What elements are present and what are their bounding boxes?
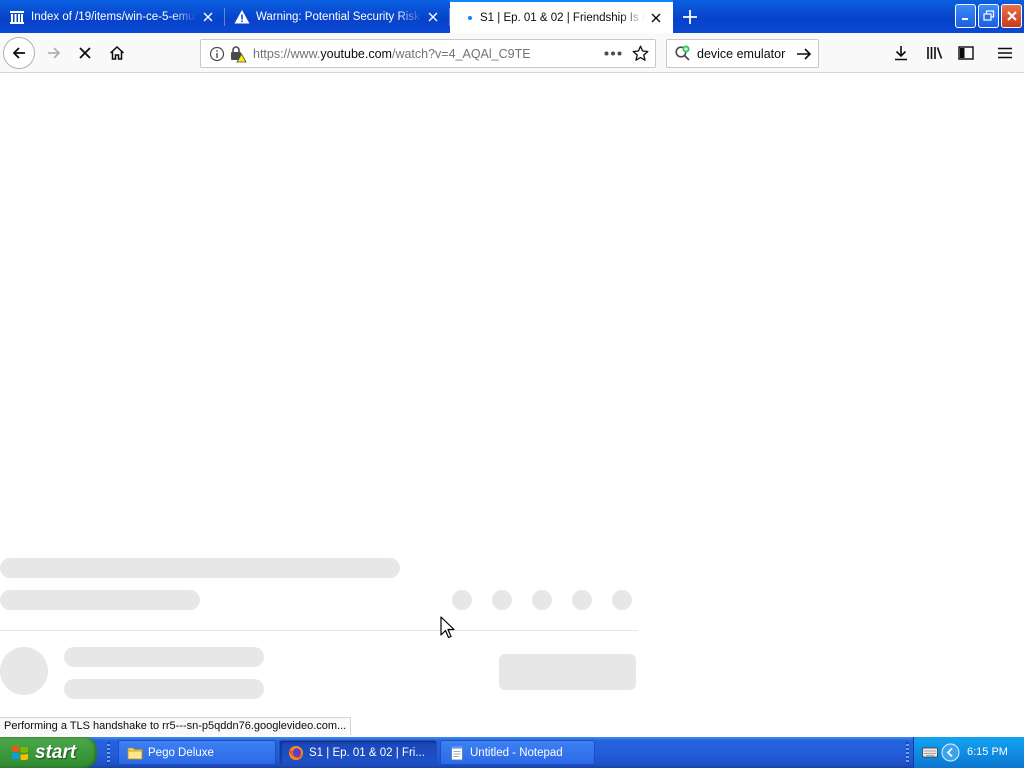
keyboard-icon[interactable] [922, 745, 938, 759]
start-label: start [35, 741, 77, 763]
minimize-button[interactable] [955, 4, 976, 28]
windows-logo-icon [12, 745, 28, 760]
tab-title: Warning: Potential Security Risk Ahead [256, 10, 422, 23]
download-icon [895, 46, 907, 61]
hamburger-menu-icon [998, 47, 1012, 59]
divider [0, 630, 638, 631]
folder-icon [127, 747, 143, 759]
close-icon [1006, 11, 1017, 21]
lock-warning-icon[interactable] [229, 45, 247, 63]
taskbar-item-label: Pego Deluxe [148, 746, 214, 759]
search-input[interactable]: device emulator [697, 47, 785, 61]
channel-name-placeholder [64, 647, 264, 667]
restore-button[interactable] [978, 4, 999, 28]
start-button[interactable]: start [0, 737, 97, 768]
more-actions-icon[interactable] [604, 51, 622, 56]
mouse-cursor-icon [440, 616, 455, 639]
taskbar-item-firefox[interactable]: S1 | Ep. 01 & 02 | Fri... [279, 740, 437, 765]
stop-icon [79, 47, 91, 59]
info-icon[interactable] [209, 46, 225, 62]
tab-security-warning[interactable]: Warning: Potential Security Risk Ahead [225, 0, 450, 33]
library-button[interactable] [918, 37, 950, 69]
tab-title: S1 | Ep. 01 & 02 | Friendship Is Magic [480, 11, 645, 24]
taskbar-item-label: S1 | Ep. 01 & 02 | Fri... [309, 746, 425, 759]
arrow-right-icon [48, 47, 61, 59]
downloads-button[interactable] [885, 37, 917, 69]
archive-icon [10, 10, 24, 24]
channel-avatar-placeholder [0, 647, 48, 695]
search-engine-icon [675, 45, 690, 61]
action-button-placeholder [452, 590, 472, 610]
loading-indicator [468, 15, 472, 20]
action-button-placeholder [612, 590, 632, 610]
home-button[interactable] [101, 37, 133, 69]
tab-title: Index of /19/items/win-ce-5-emulator [31, 10, 197, 23]
new-tab-button[interactable] [678, 5, 702, 29]
show-hidden-icons-icon[interactable] [941, 743, 960, 762]
arrow-left-icon [12, 47, 25, 59]
tray-grip[interactable] [906, 742, 909, 764]
taskbar-item-notepad[interactable]: Untitled - Notepad [440, 740, 595, 765]
menu-button[interactable] [989, 37, 1021, 69]
clock[interactable]: 6:15 PM [967, 746, 1008, 758]
tab-strip: Index of /19/items/win-ce-5-emulator War… [0, 0, 1024, 33]
stop-button[interactable] [69, 37, 101, 69]
view-count-placeholder [0, 590, 200, 610]
sidebar-icon [958, 46, 974, 60]
library-icon [926, 47, 942, 59]
url-text: https://www.youtube.com/watch?v=4_AQAl_C… [253, 47, 531, 61]
subscribe-button-placeholder [499, 654, 636, 690]
close-icon[interactable] [422, 6, 444, 28]
forward-button[interactable] [38, 37, 70, 69]
action-button-placeholder [532, 590, 552, 610]
sidebar-button[interactable] [950, 37, 982, 69]
tab-youtube-video[interactable]: S1 | Ep. 01 & 02 | Friendship Is Magic [450, 0, 673, 33]
status-panel: Performing a TLS handshake to rr5---sn-p… [0, 717, 352, 735]
minimize-icon [961, 18, 968, 20]
navigation-toolbar: https://www.youtube.com/watch?v=4_AQAl_C… [0, 33, 1024, 73]
title-placeholder [0, 558, 400, 578]
taskbar: start Pego Deluxe S1 | Ep. 01 & 02 | Fri… [0, 737, 1024, 768]
url-bar[interactable]: https://www.youtube.com/watch?v=4_AQAl_C… [200, 39, 656, 68]
restore-icon [982, 10, 994, 21]
warning-icon [234, 9, 250, 23]
close-window-button[interactable] [1001, 4, 1022, 28]
search-bar[interactable]: device emulator [666, 39, 819, 68]
back-button[interactable] [3, 37, 35, 69]
plus-icon [683, 10, 697, 24]
bookmark-star-icon[interactable] [632, 45, 649, 62]
taskbar-item-label: Untitled - Notepad [470, 746, 563, 759]
firefox-icon [289, 745, 303, 760]
action-button-placeholder [572, 590, 592, 610]
notepad-icon [451, 745, 463, 760]
channel-subs-placeholder [64, 679, 264, 699]
tab-index-of-items[interactable]: Index of /19/items/win-ce-5-emulator [0, 0, 225, 33]
close-icon[interactable] [645, 7, 667, 29]
arrow-right-icon[interactable] [796, 47, 812, 61]
close-icon[interactable] [197, 6, 219, 28]
taskbar-item-pego-deluxe[interactable]: Pego Deluxe [118, 740, 276, 765]
home-icon [109, 45, 125, 60]
taskbar-grip[interactable] [107, 742, 110, 764]
action-button-placeholder [492, 590, 512, 610]
